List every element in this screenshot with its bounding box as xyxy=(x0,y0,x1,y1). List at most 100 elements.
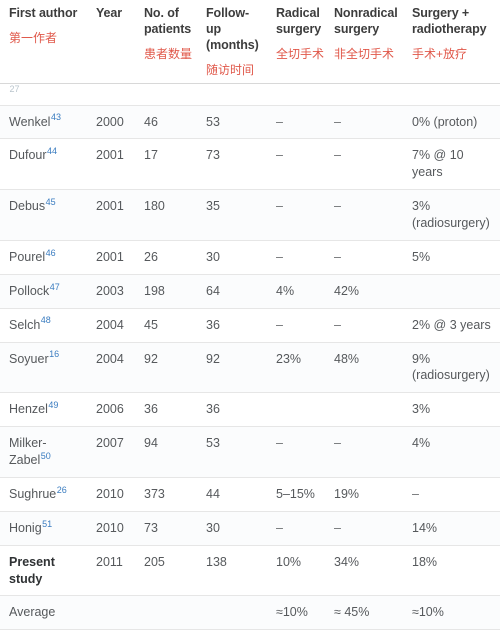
cell-follow-up: 36 xyxy=(197,392,267,428)
cell-nonradical-surgery: – xyxy=(325,308,403,343)
cell-value: 2007 xyxy=(96,436,124,451)
cell-value: – xyxy=(276,520,283,535)
column-header-surgery-radiotherapy: Surgery + radiotherapy 手术+放疗 xyxy=(403,0,500,84)
cell-value: 18% xyxy=(412,554,438,569)
cell-value: 10% xyxy=(276,554,302,569)
cell-value: – xyxy=(276,436,283,451)
study-comparison-table: First author 第一作者 Year No. of patients 患者… xyxy=(0,0,500,630)
column-header-radical-surgery: Radical surgery 全切手术 xyxy=(267,0,325,84)
author-name: Debus xyxy=(9,199,46,214)
cell-radical-surgery: – xyxy=(267,240,325,275)
cell-no-of-patients: 36 xyxy=(135,392,197,428)
cell-value-empty xyxy=(96,86,99,103)
cell-value: 14% xyxy=(412,520,438,535)
cell-value: 5% xyxy=(412,249,431,264)
cell-value: 30 xyxy=(206,249,220,264)
cell-surgery-radiotherapy: 2% @ 3 years xyxy=(403,308,500,343)
cell-value: 44 xyxy=(206,486,220,501)
cell-value: 48% xyxy=(334,351,360,366)
cell-follow-up: 138 xyxy=(197,545,267,597)
cell-value: 4% xyxy=(276,283,295,298)
table-header: First author 第一作者 Year No. of patients 患者… xyxy=(0,0,500,84)
cell-value: 2001 xyxy=(96,148,124,163)
cell-value-empty xyxy=(334,86,337,103)
cell-value: – xyxy=(334,249,341,264)
cell-no-of-patients xyxy=(135,83,197,106)
author-name: Sughrue xyxy=(9,486,57,501)
table-row: Sughrue26 2010 373 44 5–15% 19% – xyxy=(0,477,500,512)
reference-superscript[interactable]: 26 xyxy=(57,485,67,495)
cell-nonradical-surgery: 42% xyxy=(325,274,403,309)
cell-value: 2010 xyxy=(96,486,124,501)
reference-superscript[interactable]: 44 xyxy=(47,146,57,156)
author-name: Present study xyxy=(9,554,55,586)
cell-year xyxy=(87,83,135,106)
column-header-label-zh: 患者数量 xyxy=(144,46,193,61)
cell-follow-up: 30 xyxy=(197,511,267,546)
cell-follow-up: 35 xyxy=(197,189,267,241)
cell-value: 4% xyxy=(412,436,431,451)
reference-superscript[interactable]: 27 xyxy=(10,84,20,94)
cell-value: 180 xyxy=(144,199,165,214)
cell-value: – xyxy=(334,199,341,214)
cell-value-empty xyxy=(412,86,415,103)
cell-first-author: Milker-Zabel50 xyxy=(0,426,87,478)
table-row: Average ≈10% ≈ 45% ≈10% xyxy=(0,595,500,630)
cell-radical-surgery: – xyxy=(267,308,325,343)
cell-follow-up: 73 xyxy=(197,138,267,191)
cell-no-of-patients: 17 xyxy=(135,138,197,191)
reference-superscript[interactable]: 48 xyxy=(41,315,51,325)
cell-year: 2006 xyxy=(87,392,135,428)
cell-value: 36 xyxy=(206,402,220,417)
author-name: Honig xyxy=(9,520,42,535)
cell-radical-surgery: 4% xyxy=(267,274,325,309)
cell-nonradical-surgery xyxy=(325,392,403,428)
cell-value: – xyxy=(276,199,283,214)
column-header-label-zh: 手术+放疗 xyxy=(412,46,468,61)
cell-value: 17 xyxy=(144,148,158,163)
cell-nonradical-surgery: – xyxy=(325,105,403,140)
column-header-label-zh: 全切手术 xyxy=(276,46,325,61)
cell-follow-up: 44 xyxy=(197,477,267,512)
cell-no-of-patients: 26 xyxy=(135,240,197,275)
cell-value: 9% (radiosurgery) xyxy=(412,351,490,383)
cell-value: 36 xyxy=(144,402,158,417)
cell-value: 34% xyxy=(334,554,360,569)
cell-value: 138 xyxy=(206,554,227,569)
cell-value: – xyxy=(276,249,283,264)
table-row: Selch48 2004 45 36 – – 2% @ 3 years xyxy=(0,308,500,343)
reference-superscript[interactable]: 47 xyxy=(50,282,60,292)
cell-first-author: Selch48 xyxy=(0,308,87,343)
cell-year: 2010 xyxy=(87,511,135,546)
cell-value: 205 xyxy=(144,554,165,569)
column-header-label-en: Year xyxy=(96,6,123,20)
cell-value: 3% xyxy=(412,402,431,417)
cell-value: 2004 xyxy=(96,351,124,366)
reference-superscript[interactable]: 46 xyxy=(46,248,56,258)
cell-radical-surgery: – xyxy=(267,189,325,241)
column-header-label-en: Radical surgery xyxy=(276,6,322,36)
cell-value-empty xyxy=(96,604,99,621)
reference-superscript[interactable]: 45 xyxy=(46,197,56,207)
cell-value: – xyxy=(276,317,283,332)
author-name: Pollock xyxy=(9,283,50,298)
cell-value: 26 xyxy=(144,249,158,264)
cell-nonradical-surgery: 34% xyxy=(325,545,403,597)
reference-superscript[interactable]: 50 xyxy=(41,451,51,461)
reference-superscript[interactable]: 51 xyxy=(42,519,52,529)
reference-superscript[interactable]: 49 xyxy=(48,400,58,410)
cell-value: 92 xyxy=(144,351,158,366)
cell-no-of-patients: 94 xyxy=(135,426,197,478)
cell-value: 3% (radiosurgery) xyxy=(412,199,490,230)
cell-value: ≈10% xyxy=(412,605,444,620)
reference-superscript[interactable]: 16 xyxy=(49,349,59,359)
cell-value: 0% (proton) xyxy=(412,114,478,129)
cell-value: 30 xyxy=(206,520,220,535)
cell-value-empty xyxy=(334,401,337,418)
reference-superscript[interactable]: 43 xyxy=(51,112,61,122)
cell-follow-up xyxy=(197,83,267,106)
cell-value: 2% @ 3 years xyxy=(412,317,491,332)
column-header-label-zh: 第一作者 xyxy=(9,30,58,45)
column-header-label-zh: 非全切手术 xyxy=(334,46,395,61)
cell-value: 2004 xyxy=(96,317,124,332)
